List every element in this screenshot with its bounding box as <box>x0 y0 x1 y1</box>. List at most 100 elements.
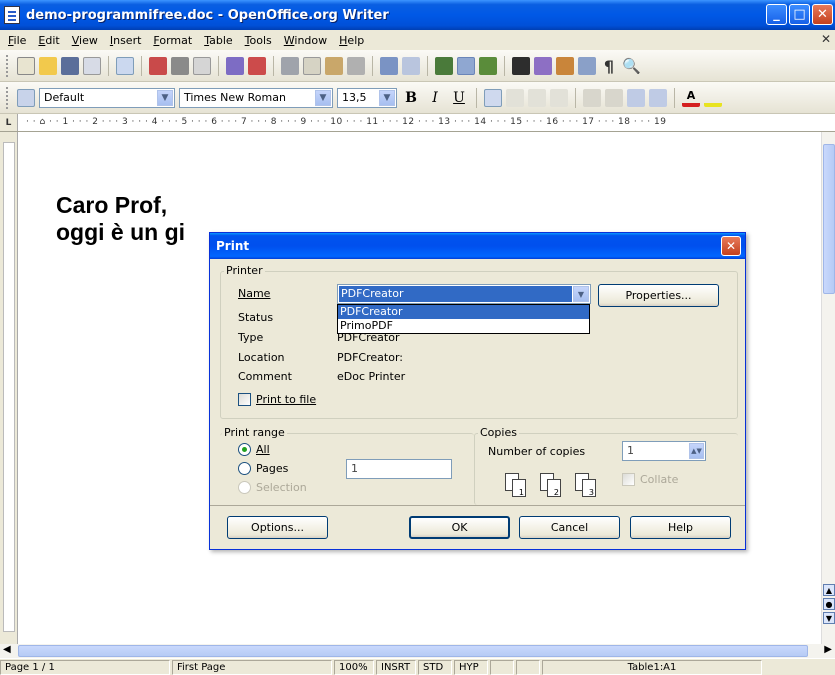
styles-formatting-icon[interactable] <box>17 88 35 107</box>
align-center-icon[interactable] <box>506 88 524 107</box>
all-label[interactable]: All <box>256 443 270 456</box>
menu-edit[interactable]: Edit <box>32 34 65 47</box>
font-size-combo[interactable]: 13,5 ▼ <box>337 87 397 108</box>
show-draw-functions-icon[interactable] <box>479 56 497 75</box>
options-button[interactable]: Options... <box>227 516 328 539</box>
decrease-indent-icon[interactable] <box>627 88 645 107</box>
undo-icon[interactable] <box>380 56 398 75</box>
increase-indent-icon[interactable] <box>649 88 667 107</box>
vertical-scrollbar[interactable]: ▲ ● ▼ <box>821 132 835 644</box>
ok-button[interactable]: OK <box>409 516 510 539</box>
format-paintbrush-icon[interactable] <box>347 56 365 75</box>
menu-window[interactable]: Window <box>278 34 333 47</box>
chevron-down-icon[interactable]: ▼ <box>315 89 331 106</box>
justify-icon[interactable] <box>550 88 568 107</box>
pages-label[interactable]: Pages <box>256 462 288 475</box>
collate-page-icon: 1 <box>512 479 526 497</box>
close-dialog-button[interactable]: ✕ <box>721 236 741 256</box>
print-icon[interactable] <box>171 56 189 75</box>
horizontal-ruler[interactable]: L · · ⌂ · · 1 · · · 2 · · · 3 · · · 4 · … <box>0 114 835 132</box>
table-icon[interactable] <box>457 56 475 75</box>
print-to-file-label[interactable]: Print to file <box>256 393 316 406</box>
scroll-left-icon[interactable]: ◀ <box>3 644 11 655</box>
numbering-icon[interactable] <box>583 88 601 107</box>
paste-icon[interactable] <box>325 56 343 75</box>
selection-radio[interactable] <box>238 481 251 494</box>
align-right-icon[interactable] <box>528 88 546 107</box>
pages-input[interactable]: 1 <box>346 459 452 479</box>
menu-format[interactable]: Format <box>147 34 198 47</box>
printer-name-select[interactable]: PDFCreator ▼ <box>337 284 591 304</box>
document-text[interactable]: Caro Prof, oggi è un gi <box>56 192 185 246</box>
help-button[interactable]: Help <box>630 516 731 539</box>
status-insert-mode[interactable]: INSRT <box>376 659 416 675</box>
font-color-icon[interactable]: A <box>682 89 700 107</box>
bold-button[interactable]: B <box>401 88 421 108</box>
save-icon[interactable] <box>61 56 79 75</box>
toolbar-grip[interactable] <box>6 86 9 109</box>
vertical-ruler[interactable] <box>0 132 18 644</box>
dropdown-option-primopdf[interactable]: PrimoPDF <box>338 319 589 333</box>
menu-tools[interactable]: Tools <box>239 34 278 47</box>
print-to-file-checkbox[interactable] <box>238 393 251 406</box>
status-hyperlink-mode[interactable]: HYP <box>454 659 488 675</box>
scroll-right-icon[interactable]: ▶ <box>824 644 832 655</box>
chevron-down-icon[interactable]: ▼ <box>379 89 395 106</box>
status-selection-mode[interactable]: STD <box>418 659 452 675</box>
bullets-icon[interactable] <box>605 88 623 107</box>
next-page-icon[interactable]: ▼ <box>823 612 835 624</box>
tab-stop-selector[interactable]: L <box>0 114 18 131</box>
dropdown-option-pdfcreator[interactable]: PDFCreator <box>338 305 589 319</box>
autospellcheck-icon[interactable] <box>248 56 266 75</box>
pages-radio[interactable] <box>238 462 251 475</box>
export-pdf-icon[interactable] <box>149 56 167 75</box>
chevron-down-icon[interactable]: ▼ <box>157 89 173 106</box>
gallery-icon[interactable] <box>556 56 574 75</box>
navigation-icon[interactable]: ● <box>823 598 835 610</box>
vertical-scroll-thumb[interactable] <box>823 144 835 294</box>
menu-insert[interactable]: Insert <box>104 34 148 47</box>
open-folder-icon[interactable] <box>39 56 57 75</box>
horizontal-scroll-thumb[interactable] <box>18 645 808 657</box>
paragraph-style-combo[interactable]: Default ▼ <box>39 87 175 108</box>
spellcheck-icon[interactable] <box>226 56 244 75</box>
minimize-button[interactable]: _ <box>766 4 787 25</box>
highlighting-icon[interactable] <box>704 89 722 107</box>
hyperlink-icon[interactable] <box>435 56 453 75</box>
collate-checkbox[interactable] <box>622 473 635 486</box>
properties-button[interactable]: Properties... <box>598 284 719 307</box>
close-document-icon[interactable]: ✕ <box>821 32 831 46</box>
copies-spinner-icon[interactable]: ▲▼ <box>689 443 704 459</box>
find-replace-icon[interactable] <box>512 56 530 75</box>
new-document-icon[interactable] <box>17 56 35 75</box>
navigator-icon[interactable] <box>534 56 552 75</box>
previous-page-icon[interactable]: ▲ <box>823 584 835 596</box>
formatting-marks-icon[interactable]: ¶ <box>600 57 618 76</box>
maximize-button[interactable]: □ <box>789 4 810 25</box>
email-icon[interactable] <box>83 56 101 75</box>
close-window-button[interactable]: ✕ <box>812 4 833 25</box>
align-left-icon[interactable] <box>484 88 502 107</box>
cut-icon[interactable] <box>281 56 299 75</box>
menu-file[interactable]: File <box>2 34 32 47</box>
cancel-button[interactable]: Cancel <box>519 516 620 539</box>
edit-file-icon[interactable] <box>116 56 134 75</box>
underline-button[interactable]: U <box>449 88 469 108</box>
zoom-icon[interactable]: 🔍 <box>622 57 641 75</box>
font-name-combo[interactable]: Times New Roman ▼ <box>179 87 333 108</box>
all-radio[interactable] <box>238 443 251 456</box>
toolbar-grip[interactable] <box>6 54 9 77</box>
status-page-style[interactable]: First Page <box>172 659 332 675</box>
horizontal-scrollbar[interactable]: ◀ ▶ <box>0 644 835 658</box>
menu-view[interactable]: View <box>66 34 104 47</box>
redo-icon[interactable] <box>402 56 420 75</box>
menu-table[interactable]: Table <box>198 34 238 47</box>
data-sources-icon[interactable] <box>578 56 596 75</box>
status-zoom[interactable]: 100% <box>334 659 374 675</box>
chevron-down-icon[interactable]: ▼ <box>573 286 589 302</box>
copies-input[interactable]: 1 ▲▼ <box>622 441 706 461</box>
page-preview-icon[interactable] <box>193 56 211 75</box>
italic-button[interactable]: I <box>425 88 445 108</box>
copy-icon[interactable] <box>303 56 321 75</box>
menu-help[interactable]: Help <box>333 34 370 47</box>
